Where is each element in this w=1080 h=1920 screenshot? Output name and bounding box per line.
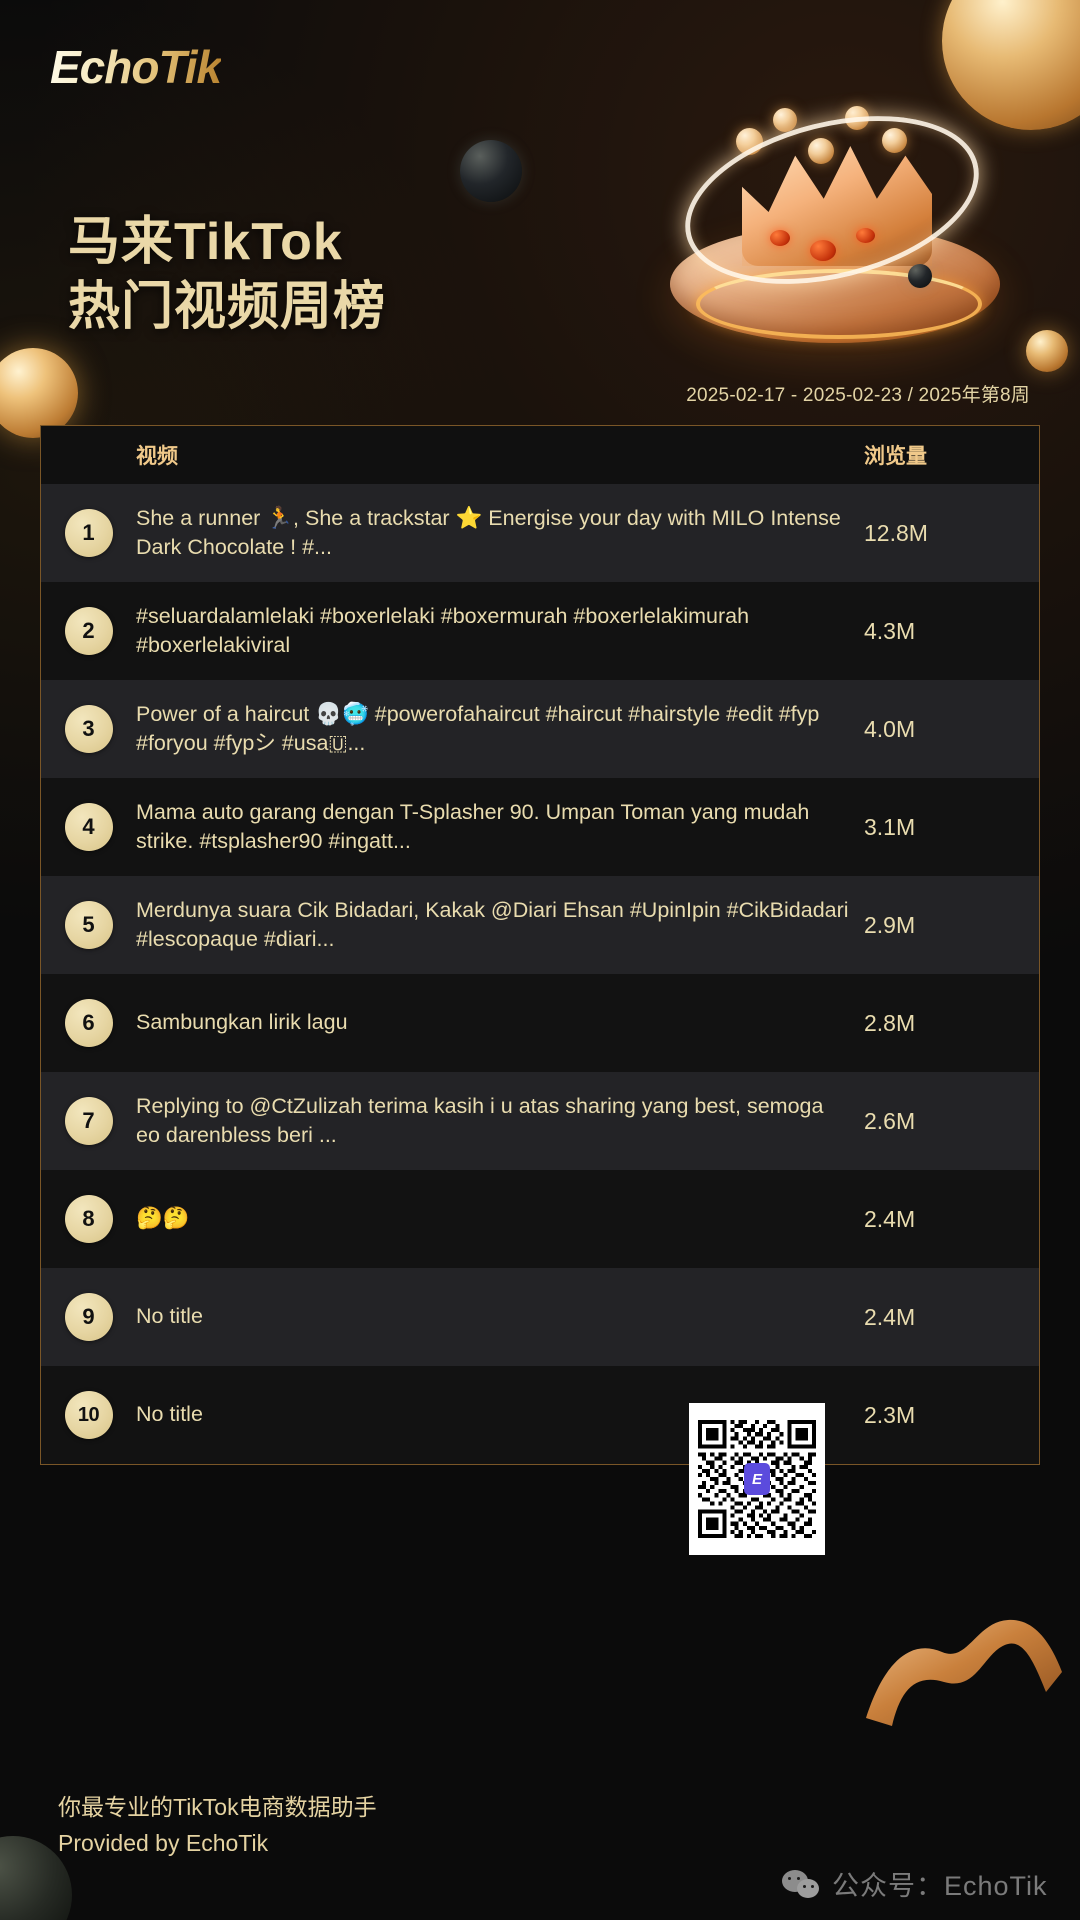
views-count: 2.8M	[864, 1009, 916, 1036]
crown-gem	[810, 240, 836, 261]
qr-center-logo: E	[744, 1463, 770, 1495]
rank-cell: 6	[41, 999, 136, 1047]
rank-badge: 7	[64, 1097, 113, 1145]
crown-graphic	[660, 50, 1060, 370]
crown-gem	[770, 230, 790, 246]
views-count: 12.8M	[864, 519, 928, 546]
wechat-qr-code[interactable]: E	[689, 1403, 825, 1555]
rank-badge: 1	[64, 509, 113, 557]
rank-badge: 4	[64, 803, 113, 851]
rank-cell: 3	[41, 705, 136, 753]
footer-tagline: 你最专业的TikTok电商数据助手 Provided by EchoTik	[58, 1790, 377, 1861]
views-count: 3.1M	[864, 813, 916, 840]
page-title: 马来TikTok 热门视频周榜	[68, 210, 386, 340]
video-title: Replying to @CtZulizah terima kasih i u …	[136, 1093, 824, 1147]
logo-text: EchoTik	[50, 41, 222, 93]
rank-cell: 9	[41, 1293, 136, 1341]
rank-cell: 7	[41, 1097, 136, 1145]
crown-pearl	[845, 106, 869, 130]
crown-pearl	[808, 138, 834, 164]
gold-ribbon-decoration	[856, 1600, 1066, 1730]
rank-cell: 8	[41, 1195, 136, 1243]
decorative-dark-sphere	[460, 140, 522, 202]
video-title: Merdunya suara Cik Bidadari, Kakak @Diar…	[136, 897, 849, 951]
views-count: 2.4M	[864, 1205, 916, 1232]
decorative-dark-sphere-tiny	[908, 264, 932, 288]
crown-pedestal	[670, 225, 1000, 343]
rank-badge: 8	[64, 1195, 113, 1243]
ranking-table: 视频 浏览量 1 She a runner 🏃, She a trackstar…	[40, 425, 1040, 1465]
crown-pearl	[773, 108, 797, 132]
title-line-2: 热门视频周榜	[68, 278, 387, 336]
rank-badge: 5	[64, 901, 113, 949]
crown-pearl	[882, 128, 907, 153]
column-header-video: 视频	[136, 445, 178, 468]
rank-badge: 2	[64, 607, 113, 655]
video-title: Mama auto garang dengan T-Splasher 90. U…	[136, 799, 810, 853]
table-row[interactable]: 6 Sambungkan lirik lagu 2.8M	[41, 974, 1039, 1072]
column-header-views: 浏览量	[864, 445, 927, 468]
video-title: 🤔🤔	[136, 1206, 190, 1231]
views-count: 4.3M	[864, 617, 916, 644]
crown-illustration	[460, 0, 1080, 380]
wechat-account-label: 公众号：EchoTik	[832, 1871, 1048, 1901]
video-title: She a runner 🏃, She a trackstar ⭐ Energi…	[136, 505, 841, 559]
rank-badge: 10	[64, 1391, 113, 1439]
video-title: Sambungkan lirik lagu	[136, 1010, 348, 1035]
date-range-label: 2025-02-17 - 2025-02-23 / 2025年第8周	[686, 385, 1030, 406]
video-title: Power of a haircut 💀🥶 #powerofahaircut #…	[136, 701, 820, 755]
crown-gem	[856, 228, 875, 243]
rank-cell: 1	[41, 509, 136, 557]
views-count: 2.6M	[864, 1107, 916, 1134]
rank-cell: 4	[41, 803, 136, 851]
table-row[interactable]: 3 Power of a haircut 💀🥶 #powerofahaircut…	[41, 680, 1039, 778]
poster-root: EchoTik 马来TikTok 热门视频周榜 2025-02-17 - 202…	[0, 0, 1080, 1920]
video-title: #seluardalamlelaki #boxerlelaki #boxermu…	[136, 603, 750, 657]
decorative-gold-sphere-topright	[942, 0, 1080, 130]
footer-tagline-cn: 你最专业的TikTok电商数据助手	[58, 1794, 377, 1820]
table-row[interactable]: 9 No title 2.4M	[41, 1268, 1039, 1366]
wechat-icon	[782, 1869, 822, 1898]
views-count: 2.3M	[864, 1401, 916, 1428]
crown-icon	[742, 146, 932, 266]
crown-pearl	[736, 128, 763, 155]
rank-cell: 10	[41, 1391, 136, 1439]
table-row[interactable]: 10 No title 2.3M	[41, 1366, 1039, 1464]
table-row[interactable]: 7 Replying to @CtZulizah terima kasih i …	[41, 1072, 1039, 1170]
rank-cell: 5	[41, 901, 136, 949]
rank-cell: 2	[41, 607, 136, 655]
views-count: 2.4M	[864, 1303, 916, 1330]
echotik-logo: EchoTik	[50, 40, 221, 94]
rank-badge: 6	[64, 999, 113, 1047]
rank-badge: 9	[64, 1293, 113, 1341]
video-title: No title	[136, 1304, 203, 1329]
table-row[interactable]: 5 Merdunya suara Cik Bidadari, Kakak @Di…	[41, 876, 1039, 974]
table-row[interactable]: 1 She a runner 🏃, She a trackstar ⭐ Ener…	[41, 484, 1039, 582]
table-row[interactable]: 2 #seluardalamlelaki #boxerlelaki #boxer…	[41, 582, 1039, 680]
wechat-account-line: 公众号：EchoTik	[782, 1864, 1048, 1903]
footer-tagline-en: Provided by EchoTik	[58, 1829, 269, 1856]
views-count: 2.9M	[864, 911, 916, 938]
views-count: 4.0M	[864, 715, 916, 742]
table-header-row: 视频 浏览量	[41, 426, 1039, 484]
qr-matrix: E	[698, 1412, 816, 1546]
title-line-1: 马来TikTok	[68, 213, 343, 271]
crown-halo-ring	[667, 88, 997, 312]
table-row[interactable]: 4 Mama auto garang dengan T-Splasher 90.…	[41, 778, 1039, 876]
decorative-gold-sphere-small	[1026, 330, 1068, 372]
table-row[interactable]: 8 🤔🤔 2.4M	[41, 1170, 1039, 1268]
rank-badge: 3	[64, 705, 113, 753]
